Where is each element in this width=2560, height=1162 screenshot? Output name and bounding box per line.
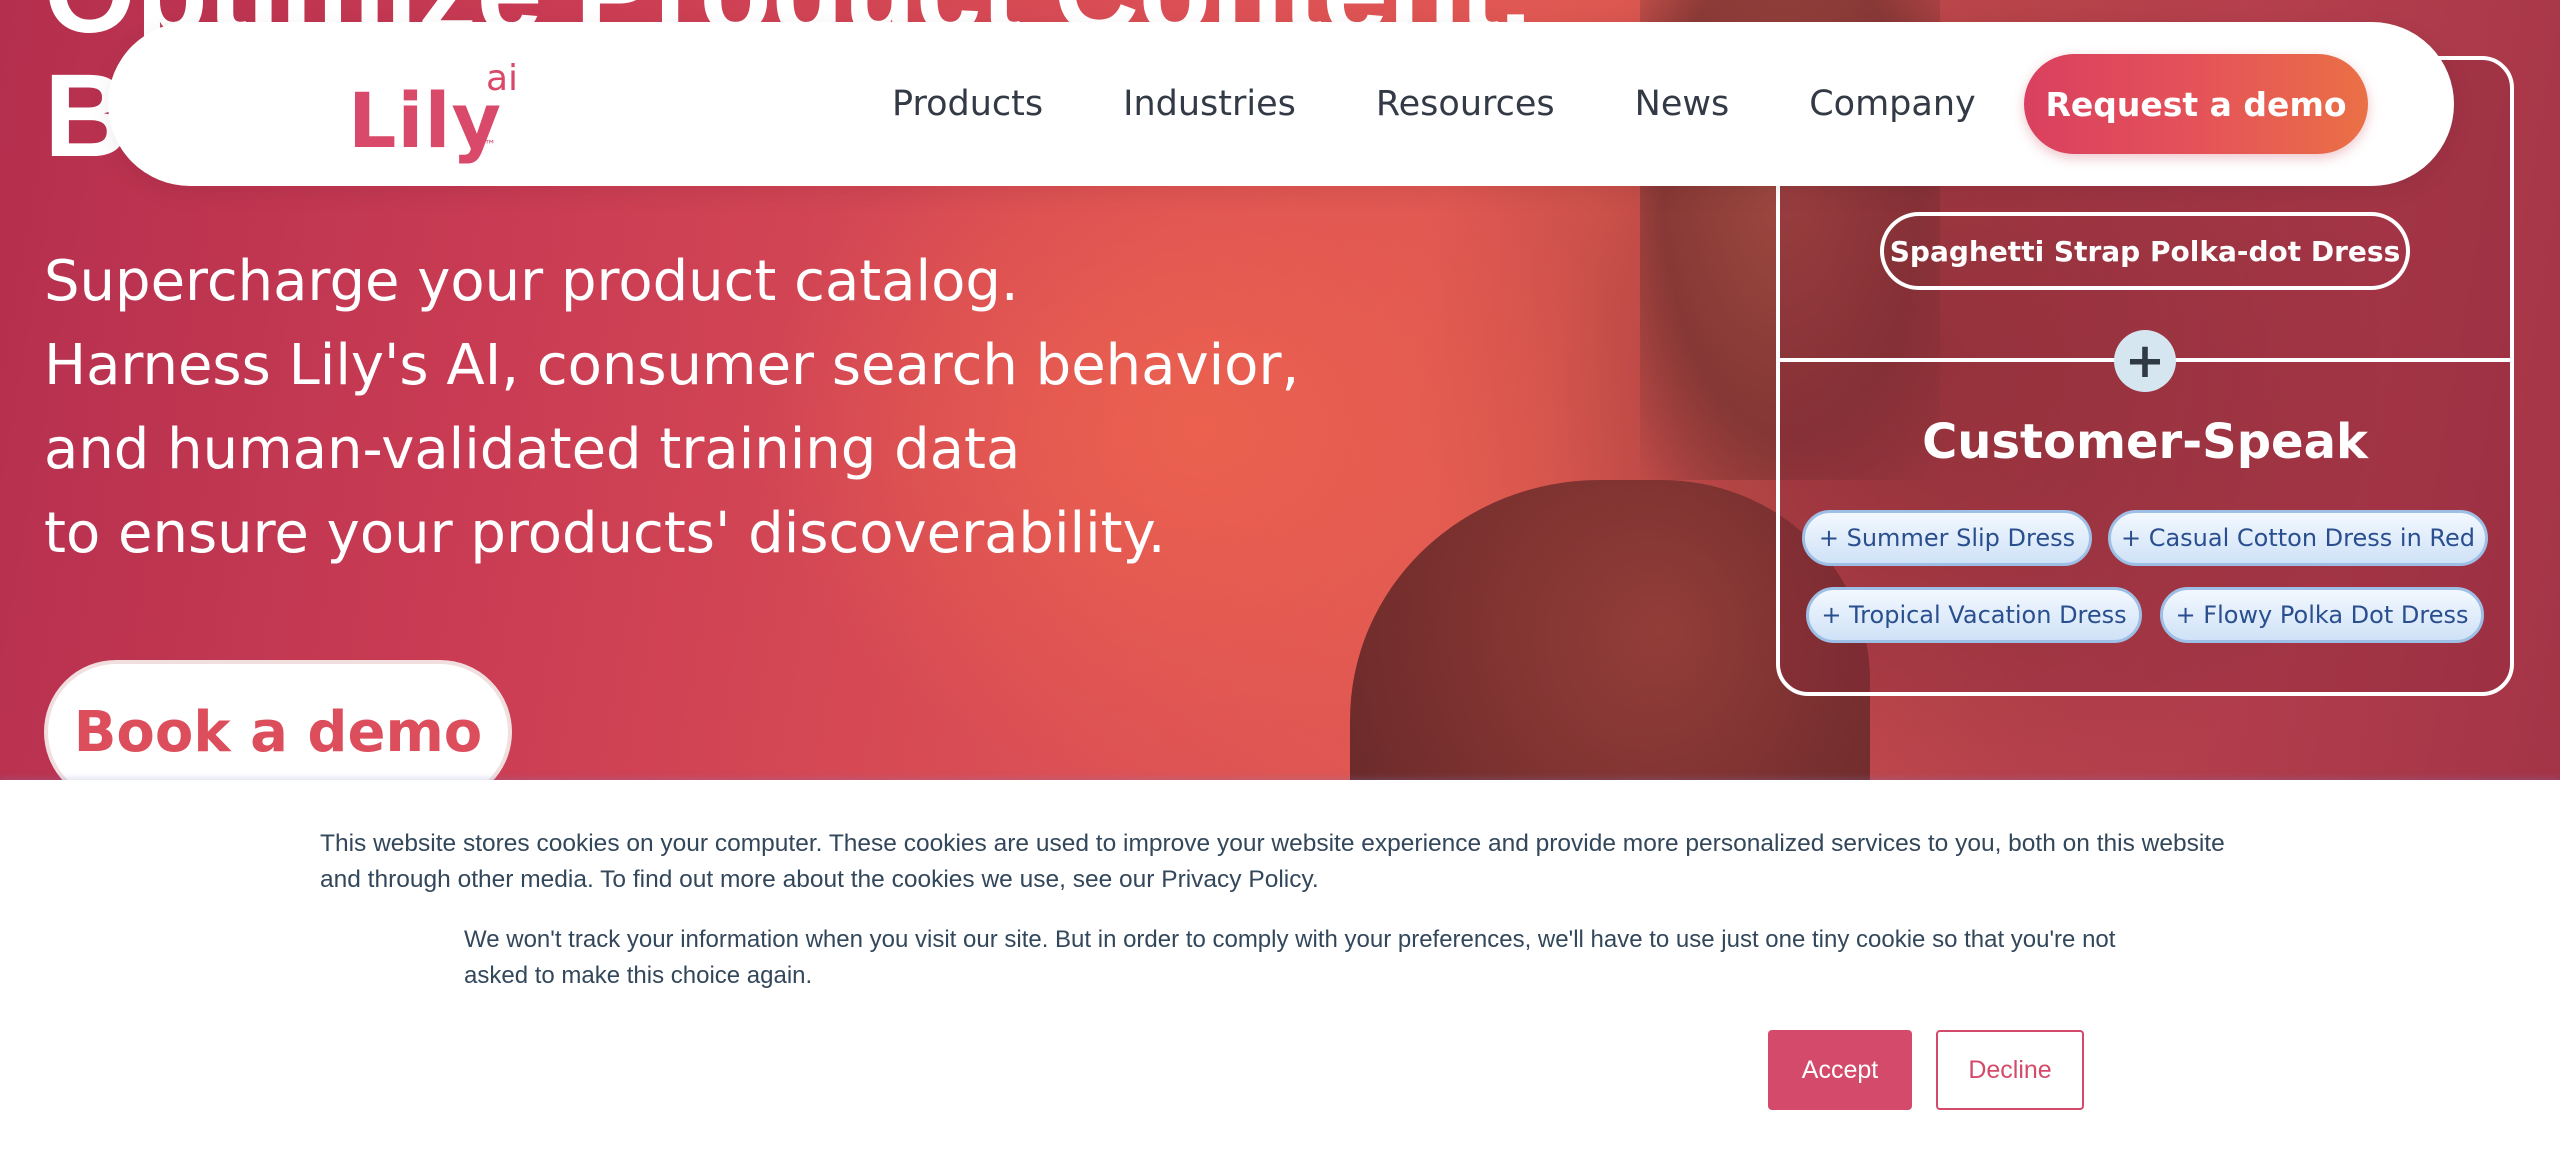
hero-subtitle: Supercharge your product catalog. Harnes… (44, 240, 1300, 576)
hero-subtitle-line: Supercharge your product catalog. (44, 249, 1019, 314)
nav-link-products[interactable]: Products (892, 84, 1043, 124)
nav-link-news[interactable]: News (1635, 84, 1730, 124)
book-demo-button[interactable]: Book a demo (44, 660, 512, 800)
customer-speak-heading: Customer-Speak (1922, 414, 2368, 470)
hero-subtitle-line: to ensure your products' discoverability… (44, 501, 1166, 566)
lily-ai-logo[interactable]: Lily ai ™ (348, 58, 548, 168)
accept-cookies-button[interactable]: Accept (1768, 1030, 1912, 1110)
nav-link-industries[interactable]: Industries (1123, 84, 1296, 124)
cookie-main-text: This website stores cookies on your comp… (320, 830, 2225, 893)
customer-speak-tag[interactable]: + Tropical Vacation Dress (1806, 587, 2142, 643)
logo-trademark: ™ (484, 138, 496, 152)
customer-speak-tag[interactable]: + Casual Cotton Dress in Red (2108, 510, 2488, 566)
nav-link-resources[interactable]: Resources (1376, 84, 1555, 124)
request-demo-button[interactable]: Request a demo (2024, 54, 2368, 154)
decline-cookies-button[interactable]: Decline (1936, 1030, 2084, 1110)
main-navigation: Lily ai ™ Products Industries Resources … (108, 22, 2454, 186)
logo-superscript: ai (486, 58, 519, 99)
cookie-secondary-text: We won't track your information when you… (464, 926, 2116, 989)
product-name-pill: Spaghetti Strap Polka-dot Dress (1880, 212, 2410, 290)
customer-speak-tag[interactable]: + Flowy Polka Dot Dress (2160, 587, 2484, 643)
nav-link-company[interactable]: Company (1809, 84, 1976, 124)
customer-speak-tag[interactable]: + Summer Slip Dress (1802, 510, 2092, 566)
cookie-banner: This website stores cookies on your comp… (0, 780, 2560, 1162)
logo-text: Lily (348, 76, 503, 165)
nav-links: Products Industries Resources News Compa… (892, 72, 1976, 136)
plus-icon: + (2114, 330, 2176, 392)
hero-subtitle-line: Harness Lily's AI, consumer search behav… (44, 333, 1300, 398)
hero-subtitle-line: and human-validated training data (44, 417, 1021, 482)
